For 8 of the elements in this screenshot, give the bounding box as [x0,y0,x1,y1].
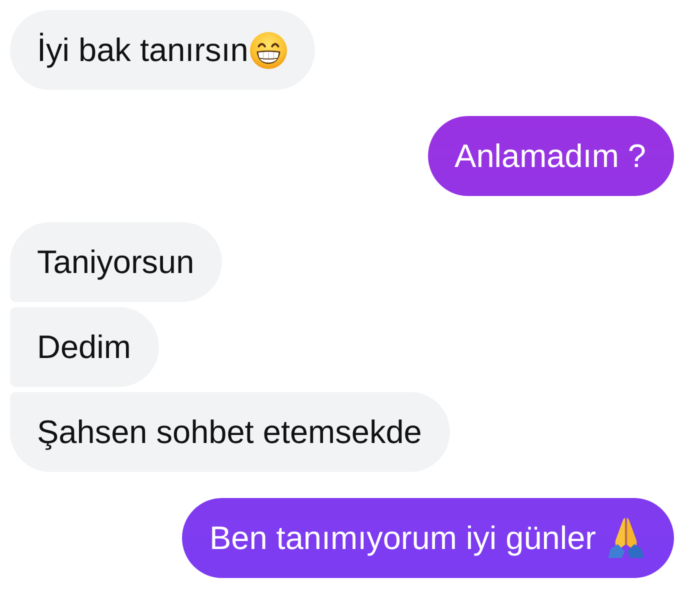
message-text: Ben tanımıyorum iyi günler [209,519,596,557]
praying-hands-icon [606,518,646,558]
message-text: İyi bak tanırsın [37,31,248,69]
message-text: Şahsen sohbet etemsekde [37,413,422,451]
message-text: Dedim [37,328,131,366]
message-text: Taniyorsun [37,243,194,281]
message-text: Anlamadım ? [454,137,646,175]
grinning-face-icon [250,32,288,68]
